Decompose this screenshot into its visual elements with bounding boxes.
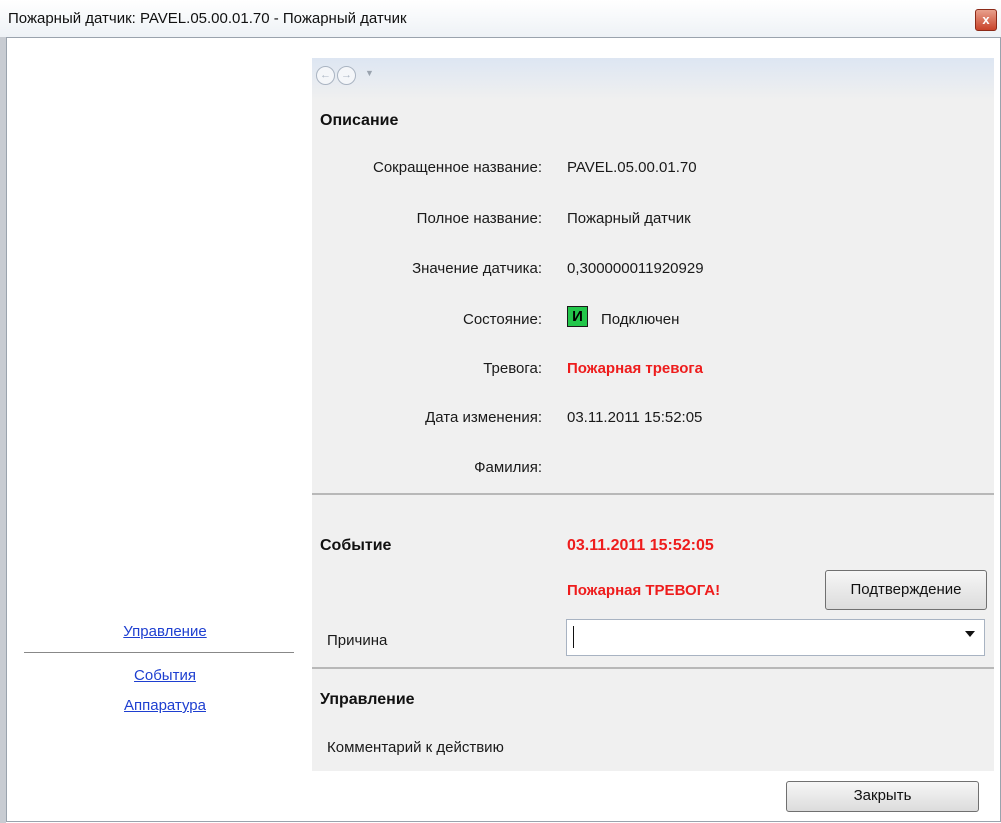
close-dialog-button[interactable]: Закрыть [786, 781, 979, 812]
event-datetime: 03.11.2011 15:52:05 [567, 537, 714, 554]
state-label: Состояние: [462, 311, 542, 328]
short-name-label: Сокращенное название: [372, 159, 542, 176]
nav-history-dropdown-icon[interactable]: ▼ [365, 68, 374, 78]
chevron-down-icon[interactable] [965, 631, 975, 637]
back-arrow-icon[interactable]: ← [316, 66, 335, 85]
sidebar-link-hardware[interactable]: Аппаратура [16, 697, 314, 714]
status-icon: И [567, 306, 588, 327]
section-divider [312, 493, 994, 495]
reason-label: Причина [327, 632, 388, 649]
sensor-value: 0,300000011920929 [567, 260, 704, 277]
sidebar-link-events[interactable]: События [16, 667, 314, 684]
confirm-button[interactable]: Подтверждение [825, 570, 987, 610]
alarm-value: Пожарная тревога [567, 360, 704, 377]
surname-label: Фамилия: [474, 459, 542, 476]
full-name-label: Полное название: [416, 210, 542, 227]
sidebar-divider [24, 652, 294, 653]
description-header: Описание [320, 112, 399, 129]
event-message: Пожарная ТРЕВОГА! [567, 582, 721, 599]
action-comment-label: Комментарий к действию [327, 739, 504, 756]
sidebar-link-control[interactable]: Управление [16, 623, 314, 640]
window-titlebar: Пожарный датчик: PAVEL.05.00.01.70 - Пож… [0, 0, 1001, 37]
close-icon: x [982, 12, 990, 27]
control-header: Управление [320, 691, 415, 708]
change-date-label: Дата изменения: [425, 409, 542, 426]
event-header: Событие [320, 537, 392, 554]
full-name-value: Пожарный датчик [567, 210, 691, 227]
alarm-label: Тревога: [483, 360, 542, 377]
change-date-value: 03.11.2011 15:52:05 [567, 409, 703, 426]
window-title: Пожарный датчик: PAVEL.05.00.01.70 - Пож… [8, 10, 407, 27]
section-divider [312, 667, 994, 669]
window-close-button[interactable]: x [975, 9, 997, 31]
text-caret [573, 626, 574, 648]
short-name-value: PAVEL.05.00.01.70 [567, 159, 697, 176]
reason-combobox[interactable] [566, 619, 985, 656]
navigation-bar: ← → [312, 58, 994, 100]
sensor-value-label: Значение датчика: [412, 260, 542, 277]
forward-arrow-icon[interactable]: → [337, 66, 356, 85]
sidebar [7, 38, 305, 771]
state-value: Подключен [601, 311, 680, 328]
